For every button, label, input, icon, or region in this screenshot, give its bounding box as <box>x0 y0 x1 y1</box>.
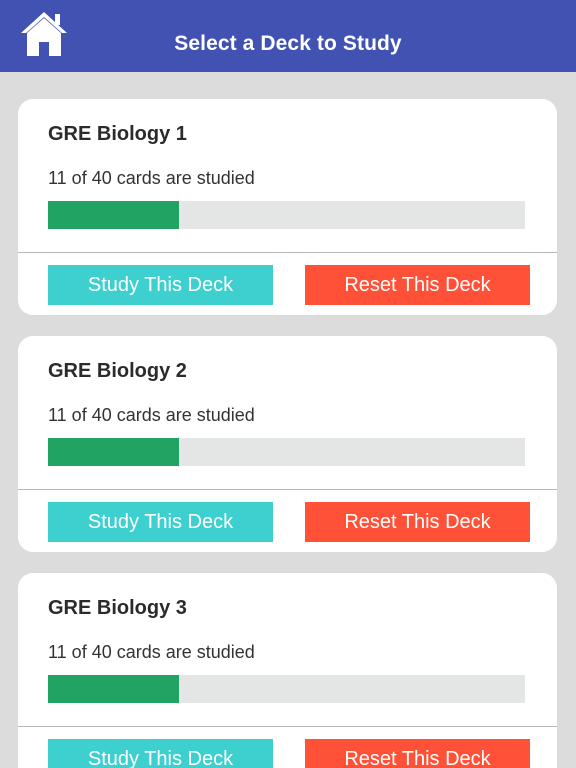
study-deck-button[interactable]: Study This Deck <box>48 265 273 305</box>
deck-progress-fill <box>48 675 180 703</box>
header-bar: Select a Deck to Study <box>0 0 576 72</box>
deck-progress-bar <box>48 438 525 466</box>
deck-card: GRE Biology 1 11 of 40 cards are studied… <box>18 99 557 315</box>
reset-deck-button[interactable]: Reset This Deck <box>305 739 530 768</box>
app-root: Select a Deck to Study GRE Biology 1 11 … <box>0 0 576 768</box>
study-deck-button[interactable]: Study This Deck <box>48 502 273 542</box>
page-title: Select a Deck to Study <box>174 32 402 55</box>
deck-progress-text: 11 of 40 cards are studied <box>48 168 255 188</box>
study-deck-button[interactable]: Study This Deck <box>48 739 273 768</box>
deck-progress-bar <box>48 201 525 229</box>
deck-progress-bar <box>48 675 525 703</box>
reset-deck-button[interactable]: Reset This Deck <box>305 265 530 305</box>
deck-progress-text: 11 of 40 cards are studied <box>48 405 255 425</box>
deck-progress-fill <box>48 201 180 229</box>
card-divider <box>18 489 557 490</box>
deck-title: GRE Biology 1 <box>48 123 187 145</box>
reset-deck-button[interactable]: Reset This Deck <box>305 502 530 542</box>
deck-card: GRE Biology 3 11 of 40 cards are studied… <box>18 573 557 768</box>
deck-title: GRE Biology 3 <box>48 597 187 619</box>
deck-card: GRE Biology 2 11 of 40 cards are studied… <box>18 336 557 552</box>
deck-progress-text: 11 of 40 cards are studied <box>48 642 255 662</box>
deck-progress-fill <box>48 438 180 466</box>
card-divider <box>18 726 557 727</box>
card-divider <box>18 252 557 253</box>
deck-title: GRE Biology 2 <box>48 360 187 382</box>
